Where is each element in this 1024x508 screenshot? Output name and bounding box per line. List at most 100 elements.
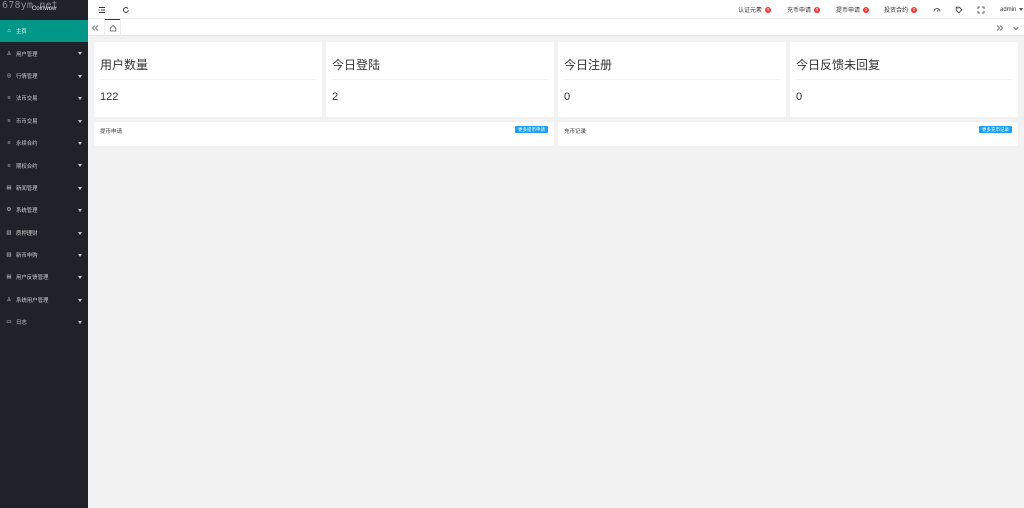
user-menu[interactable]: admin bbox=[1000, 0, 1024, 19]
stat-title: 今日注册 bbox=[564, 58, 613, 72]
logo[interactable]: Coinwow bbox=[32, 6, 56, 12]
sidebar-item-7[interactable]: ▤ 新闻管理 bbox=[0, 177, 88, 199]
sidebar-item-label: 用户管理 bbox=[16, 51, 38, 58]
sidebar-item-13[interactable]: ▭ 日志 bbox=[0, 311, 88, 333]
stat-card-logins: 今日登陆 2 bbox=[326, 42, 554, 117]
refresh-icon[interactable] bbox=[122, 0, 130, 19]
tab-home[interactable] bbox=[104, 19, 121, 36]
stat-card-feedback: 今日反馈未回复 0 bbox=[790, 42, 1018, 117]
sidebar-item-label: 行情管理 bbox=[16, 73, 38, 80]
notify-verify[interactable]: 认证元素 0 bbox=[738, 0, 772, 19]
home-icon bbox=[109, 24, 116, 31]
fullscreen-icon[interactable] bbox=[977, 0, 985, 19]
sidebar-item-0[interactable]: ⌂ 主页 bbox=[0, 20, 88, 43]
coin-icon: ▥ bbox=[6, 252, 12, 259]
list-icon: ≡ bbox=[7, 162, 11, 169]
sidebar-item-label: 永续合约 bbox=[16, 141, 38, 148]
stat-value: 0 bbox=[564, 91, 571, 103]
stat-value: 0 bbox=[796, 91, 803, 103]
notify-verify-label: 认证元素 bbox=[738, 8, 763, 14]
menu-toggle-icon[interactable] bbox=[98, 0, 106, 19]
stat-title: 今日登陆 bbox=[332, 58, 381, 72]
list-icon: ≡ bbox=[7, 117, 11, 124]
notify-deposit-label: 充币申请 bbox=[787, 8, 812, 14]
sidebar-item-3[interactable]: ≡ 法币交易 bbox=[0, 87, 88, 109]
stat-card-registrations: 今日注册 0 bbox=[558, 42, 786, 117]
tabs-options-icon[interactable] bbox=[1012, 19, 1020, 36]
feedback-icon: ▤ bbox=[6, 274, 12, 281]
stat-value: 2 bbox=[332, 91, 339, 103]
sidebar-item-10[interactable]: ▥ 新币申购 bbox=[0, 244, 88, 266]
caret-down-icon bbox=[78, 141, 82, 145]
divider bbox=[564, 79, 780, 80]
tabs-scroll-left-icon[interactable] bbox=[91, 19, 99, 36]
caret-down-icon bbox=[78, 209, 82, 213]
caret-down-icon bbox=[78, 298, 82, 302]
panel-deposit-records: 充币记录 更多充币记录 bbox=[558, 122, 1018, 146]
chart-icon: ◎ bbox=[6, 72, 12, 79]
notify-withdraw-badge: 1 bbox=[863, 6, 870, 13]
caret-down-icon bbox=[78, 97, 82, 101]
home-icon: ⌂ bbox=[7, 28, 11, 35]
divider bbox=[332, 79, 548, 80]
stat-title: 用户数量 bbox=[100, 58, 149, 72]
stat-value: 122 bbox=[100, 91, 119, 103]
notify-withdraw[interactable]: 提币申请 1 bbox=[836, 0, 870, 19]
sidebar-item-4[interactable]: ≡ 币币交易 bbox=[0, 110, 88, 132]
sidebar-item-label: 期权合约 bbox=[16, 163, 38, 170]
stat-title: 今日反馈未回复 bbox=[796, 58, 881, 72]
divider bbox=[796, 79, 1012, 80]
theme-icon[interactable] bbox=[933, 0, 941, 19]
divider bbox=[100, 79, 316, 80]
sidebar-item-9[interactable]: ▥ 质押理财 bbox=[0, 222, 88, 244]
sidebar-item-label: 新闻管理 bbox=[16, 185, 38, 192]
list-icon: ≡ bbox=[7, 95, 11, 102]
notify-deposit-badge: 0 bbox=[814, 6, 821, 13]
panel-title: 充币记录 bbox=[564, 129, 587, 135]
sidebar-item-label: 日志 bbox=[16, 320, 27, 327]
caret-down-icon bbox=[78, 321, 82, 325]
caret-down-icon bbox=[1019, 8, 1024, 11]
panel-withdraw-requests: 提币申请 更多提币申请 bbox=[94, 122, 554, 146]
panel-title: 提币申请 bbox=[100, 129, 123, 135]
tabs-scroll-right-icon[interactable] bbox=[996, 19, 1004, 36]
sidebar-item-8[interactable]: ⚙ 系统管理 bbox=[0, 199, 88, 221]
sidebar-item-1[interactable]: ♙ 用户管理 bbox=[0, 42, 88, 64]
sidebar-item-6[interactable]: ≡ 期权合约 bbox=[0, 154, 88, 176]
sidebar-item-label: 法币交易 bbox=[16, 96, 38, 103]
sidebar-item-2[interactable]: ◎ 行情管理 bbox=[0, 65, 88, 87]
logo-area: 678ym.net Coinwow bbox=[0, 0, 88, 20]
admin-user-icon: ♙ bbox=[6, 296, 12, 303]
log-icon: ▭ bbox=[6, 319, 12, 326]
sidebar-menu: ⌂ 主页 ♙ 用户管理 ◎ 行情管理 ≡ 法币交易 ≡ 币币交易 ≡ 永续合约 ≡ 期权合约 ▤ 新闻管理 ⚙ 系… bbox=[0, 20, 88, 333]
sidebar-item-label: 新币申购 bbox=[16, 253, 38, 260]
sidebar-item-5[interactable]: ≡ 永续合约 bbox=[0, 132, 88, 154]
sidebar-item-11[interactable]: ▤ 用户反馈管理 bbox=[0, 266, 88, 288]
caret-down-icon bbox=[78, 52, 82, 56]
notify-deposit[interactable]: 充币申请 0 bbox=[787, 0, 821, 19]
top-header: 认证元素 0 充币申请 0 提币申请 1 投资合约 0 admin bbox=[88, 0, 1024, 19]
tag-icon[interactable] bbox=[955, 0, 963, 19]
stat-card-users: 用户数量 122 bbox=[94, 42, 322, 117]
notify-contract[interactable]: 投资合约 0 bbox=[884, 0, 918, 19]
username: admin bbox=[1000, 6, 1017, 13]
caret-down-icon bbox=[78, 276, 82, 280]
notify-withdraw-label: 提币申请 bbox=[836, 8, 861, 14]
notify-verify-badge: 0 bbox=[765, 6, 772, 13]
caret-down-icon bbox=[78, 74, 82, 78]
sidebar-item-label: 系统管理 bbox=[16, 208, 38, 215]
gear-icon: ⚙ bbox=[6, 207, 12, 214]
sidebar-item-label: 主页 bbox=[16, 29, 27, 36]
sidebar-item-label: 质押理财 bbox=[16, 230, 38, 237]
more-withdraw-button[interactable]: 更多提币申请 bbox=[515, 126, 548, 133]
tabs-bar bbox=[88, 19, 1024, 36]
finance-icon: ▥ bbox=[6, 229, 12, 236]
caret-down-icon bbox=[78, 253, 82, 257]
caret-down-icon bbox=[78, 186, 82, 190]
more-deposit-button[interactable]: 更多充币记录 bbox=[979, 126, 1012, 133]
notify-contract-label: 投资合约 bbox=[884, 8, 909, 14]
caret-down-icon bbox=[78, 119, 82, 123]
user-icon: ♙ bbox=[6, 50, 12, 57]
caret-down-icon bbox=[78, 164, 82, 168]
sidebar-item-12[interactable]: ♙ 系统用户管理 bbox=[0, 289, 88, 311]
